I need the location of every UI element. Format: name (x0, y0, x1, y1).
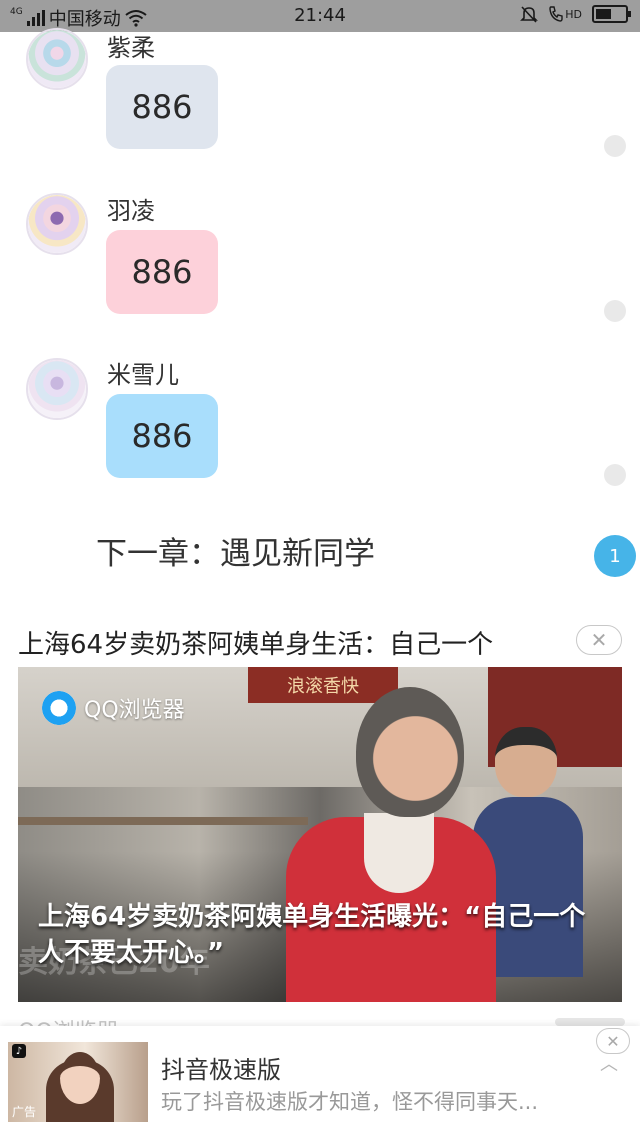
banner-ad-description[interactable]: 玩了抖音极速版才知道，怪不得同事天... (161, 1086, 538, 1116)
chevron-up-icon[interactable]: ︿ (600, 1050, 618, 1076)
qq-browser-label: QQ浏览器 (84, 698, 185, 723)
woman-collar (364, 813, 434, 893)
message-bubble[interactable]: 886 (106, 394, 218, 478)
banner-ad-title[interactable]: 抖音极速版 (161, 1050, 281, 1085)
status-bar: 4G 中国移动 21:44 HD (0, 0, 640, 32)
lilac-anime-avatar-icon (28, 360, 86, 418)
purple-anime-avatar-icon (28, 30, 86, 88)
shelf (18, 817, 308, 825)
mute-bell-icon (520, 6, 539, 23)
sender-name: 羽凌 (107, 197, 155, 225)
battery-fill (596, 9, 611, 19)
hd-label: HD (565, 7, 582, 21)
news-ad-close-button[interactable]: ✕ (576, 625, 622, 655)
sender-name: 紫柔 (107, 34, 155, 62)
next-chapter-link[interactable]: 下一章：遇见新同学 (96, 528, 375, 573)
read-status-dot (604, 464, 626, 486)
message-bubble[interactable]: 886 (106, 65, 218, 149)
qq-browser-icon (42, 691, 76, 725)
sender-name: 米雪儿 (107, 361, 179, 389)
woman-head (356, 687, 464, 817)
banner-ad[interactable]: ♪ 广告 抖音极速版 玩了抖音极速版才知道，怪不得同事天... (0, 1026, 640, 1138)
qq-browser-logo: QQ浏览器 (42, 691, 185, 725)
news-ad-title[interactable]: 上海64岁卖奶茶阿姨单身生活：自己一个 (18, 624, 578, 661)
thumb-face (60, 1052, 100, 1104)
douyin-logo-icon: ♪ (12, 1044, 26, 1058)
read-status-dot (604, 135, 626, 157)
news-source-label: QQ浏览器 (18, 1014, 119, 1026)
message-bubble[interactable]: 886 (106, 230, 218, 314)
banner-ad-thumbnail[interactable]: ♪ 广告 (8, 1042, 148, 1122)
news-caption: 上海64岁卖奶茶阿姨单身生活曝光：“自己一个人不要太开心。” (38, 902, 586, 968)
avatar[interactable] (26, 358, 88, 420)
close-icon: ✕ (590, 628, 608, 652)
ad-tag: 广告 (12, 1105, 37, 1119)
avatar[interactable] (26, 193, 88, 255)
unread-badge[interactable]: 1 (594, 535, 636, 577)
close-icon: ✕ (606, 1031, 620, 1051)
hd-call-icon: HD (548, 5, 582, 23)
status-right: HD (520, 5, 631, 23)
more-button[interactable] (555, 1018, 625, 1026)
news-ad-image[interactable]: 浪滚香快 卖奶茶已20年 QQ浏览器 上海64岁卖奶茶阿姨单身生活曝光：“自己一… (18, 667, 622, 1002)
violet-anime-avatar-icon (28, 195, 86, 253)
read-status-dot (604, 300, 626, 322)
battery-icon (592, 5, 631, 23)
avatar[interactable] (26, 28, 88, 90)
